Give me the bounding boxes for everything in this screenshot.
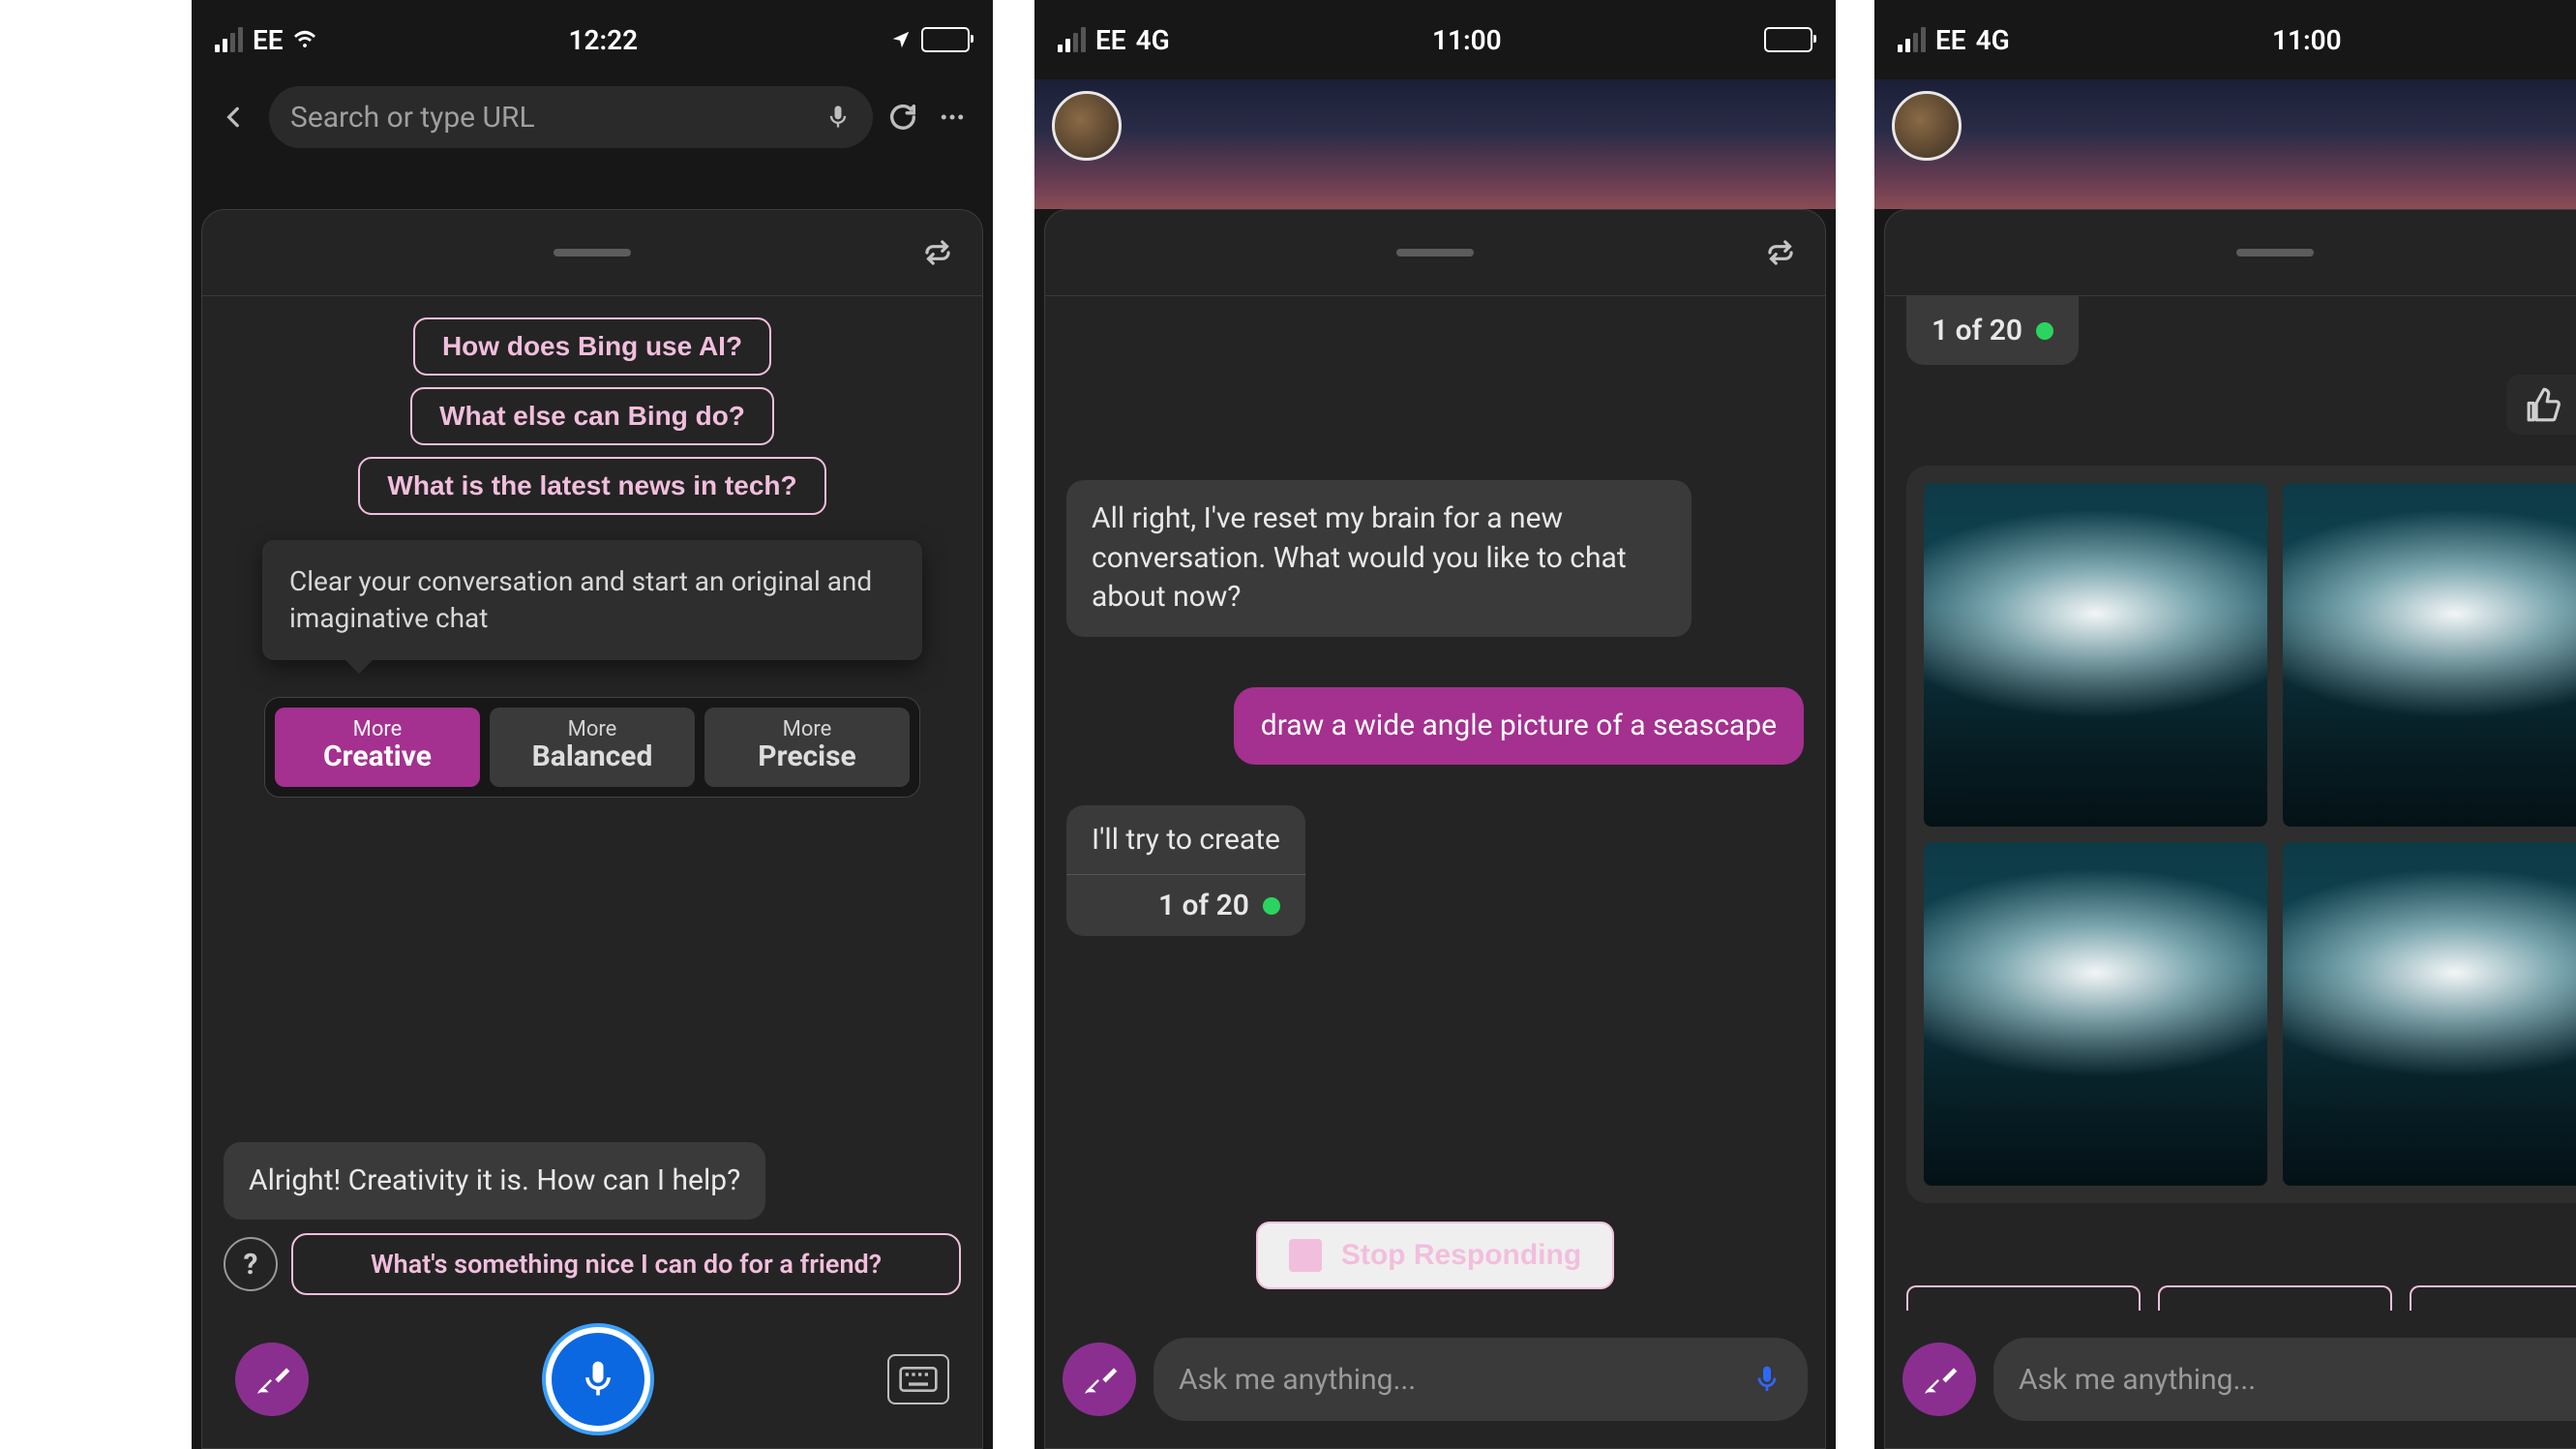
sheet-header[interactable]	[1045, 210, 1825, 296]
mode-label: Balanced	[490, 740, 695, 773]
ask-placeholder: Ask me anything...	[2019, 1363, 2576, 1397]
suggestion-chip[interactable]: What is the latest news in tech?	[358, 457, 825, 515]
share-button[interactable]	[916, 231, 959, 274]
clock: 11:00	[2272, 24, 2342, 56]
suggestion-chip[interactable]	[1906, 1285, 2141, 1311]
grab-handle[interactable]	[1396, 249, 1474, 257]
share-button[interactable]	[1759, 231, 1802, 274]
followup-suggestion[interactable]: What's something nice I can do for a fri…	[291, 1233, 961, 1295]
suggestion-chip[interactable]: How does Bing use AI?	[413, 317, 771, 376]
mode-precise[interactable]: More Precise	[704, 708, 910, 787]
mode-balanced[interactable]: More Balanced	[490, 708, 695, 787]
help-icon[interactable]: ?	[224, 1237, 278, 1291]
mode-sup: More	[490, 717, 695, 741]
suggestion-chip[interactable]	[2158, 1285, 2392, 1311]
ask-input[interactable]: Ask me anything...	[1153, 1338, 1808, 1421]
suggestion-chip[interactable]	[2410, 1285, 2576, 1311]
bot-progress-message: I'll try to create 1 of 20	[1066, 805, 1305, 936]
sheet-header[interactable]	[1885, 210, 2576, 296]
progress-counter: 1 of 20	[1932, 314, 2022, 347]
ask-input[interactable]: Ask me anything...	[1993, 1338, 2576, 1421]
wallpaper	[1034, 79, 1836, 209]
carrier-label: EE	[253, 24, 284, 56]
stop-responding-button[interactable]: Stop Responding	[1256, 1222, 1614, 1289]
status-bar: EE 12:22	[192, 0, 993, 79]
clock: 11:00	[1432, 24, 1502, 56]
wallpaper	[1874, 79, 2576, 209]
thumbs-up-button[interactable]	[2526, 386, 2562, 423]
network-label: 4G	[1136, 24, 1170, 56]
bot-status-text: I'll try to create	[1066, 805, 1305, 875]
chat-sheet: How does Bing use AI? What else can Bing…	[201, 209, 983, 1449]
back-button[interactable]	[213, 96, 255, 138]
signal-icon	[1058, 27, 1086, 52]
reload-button[interactable]	[886, 101, 919, 134]
generated-image[interactable]	[2283, 842, 2576, 1186]
battery-charging-icon	[1764, 27, 1812, 52]
new-topic-button[interactable]	[235, 1343, 309, 1416]
mic-icon[interactable]	[1752, 1364, 1782, 1395]
avatar[interactable]	[1892, 91, 1962, 161]
carrier-label: EE	[1935, 24, 1966, 56]
address-placeholder: Search or type URL	[290, 101, 811, 135]
status-bar: EE 4G 11:00	[1874, 0, 2576, 79]
stop-icon	[1289, 1239, 1322, 1272]
conversation-style-selector: More Creative More Balanced More Precise	[264, 697, 920, 798]
mode-label: Precise	[704, 740, 910, 773]
mode-creative[interactable]: More Creative	[275, 708, 480, 787]
status-bar: EE 4G 11:00	[1034, 0, 1836, 79]
chat-sheet: All right, I've reset my brain for a new…	[1044, 209, 1826, 1449]
mic-icon[interactable]	[824, 104, 852, 131]
generated-image[interactable]	[1924, 483, 2267, 827]
ask-placeholder: Ask me anything...	[1179, 1363, 1752, 1397]
feedback-buttons	[2506, 375, 2576, 435]
avatar[interactable]	[1052, 91, 1122, 161]
phone-screenshot-1: EE 12:22 Search or type URL	[192, 0, 993, 1449]
new-topic-button[interactable]	[1063, 1343, 1136, 1416]
voice-input-button[interactable]	[546, 1327, 650, 1432]
mode-sup: More	[275, 717, 480, 741]
phone-screenshot-2: EE 4G 11:00 All right, I've reset my bra…	[1034, 0, 1836, 1449]
chat-sheet: 1 of 20	[1884, 209, 2576, 1449]
signal-icon	[215, 27, 243, 52]
stop-label: Stop Responding	[1341, 1239, 1581, 1272]
chat-footer	[202, 1311, 982, 1448]
generated-image-grid	[1906, 466, 2576, 1203]
grab-handle[interactable]	[2236, 249, 2314, 257]
status-dot-icon	[1263, 897, 1280, 915]
progress-counter: 1 of 20	[1158, 889, 1249, 922]
bot-message: Alright! Creativity it is. How can I hel…	[224, 1142, 765, 1221]
location-icon	[890, 29, 912, 50]
browser-toolbar: Search or type URL	[192, 79, 993, 155]
clock: 12:22	[568, 24, 638, 56]
suggestion-chip[interactable]: What else can Bing do?	[410, 387, 774, 445]
sheet-header[interactable]	[202, 210, 982, 296]
mode-sup: More	[704, 717, 910, 741]
mode-tooltip: Clear your conversation and start an ori…	[262, 540, 922, 660]
status-dot-icon	[2036, 322, 2053, 340]
grab-handle[interactable]	[554, 249, 631, 257]
bot-message: All right, I've reset my brain for a new…	[1066, 480, 1692, 637]
signal-icon	[1898, 27, 1926, 52]
more-button[interactable]	[933, 103, 972, 132]
chat-footer: Ask me anything...	[1885, 1311, 2576, 1448]
generated-image[interactable]	[2283, 483, 2576, 827]
new-topic-button[interactable]	[1902, 1343, 1976, 1416]
address-bar[interactable]: Search or type URL	[269, 86, 873, 148]
user-message: draw a wide angle picture of a seascape	[1234, 687, 1804, 766]
followup-row: ? What's something nice I can do for a f…	[224, 1233, 961, 1311]
generated-image[interactable]	[1924, 842, 2267, 1186]
bot-progress-message: 1 of 20	[1906, 296, 2079, 365]
mode-label: Creative	[275, 740, 480, 773]
wifi-icon	[293, 28, 316, 51]
battery-icon	[921, 27, 970, 52]
keyboard-button[interactable]	[887, 1354, 949, 1404]
chat-footer: Ask me anything...	[1045, 1311, 1825, 1448]
network-label: 4G	[1976, 24, 2010, 56]
suggestion-strip	[1906, 1285, 2576, 1311]
carrier-label: EE	[1095, 24, 1126, 56]
suggested-prompts: How does Bing use AI? What else can Bing…	[224, 317, 961, 515]
phone-screenshot-3: EE 4G 11:00 1 of 20	[1874, 0, 2576, 1449]
